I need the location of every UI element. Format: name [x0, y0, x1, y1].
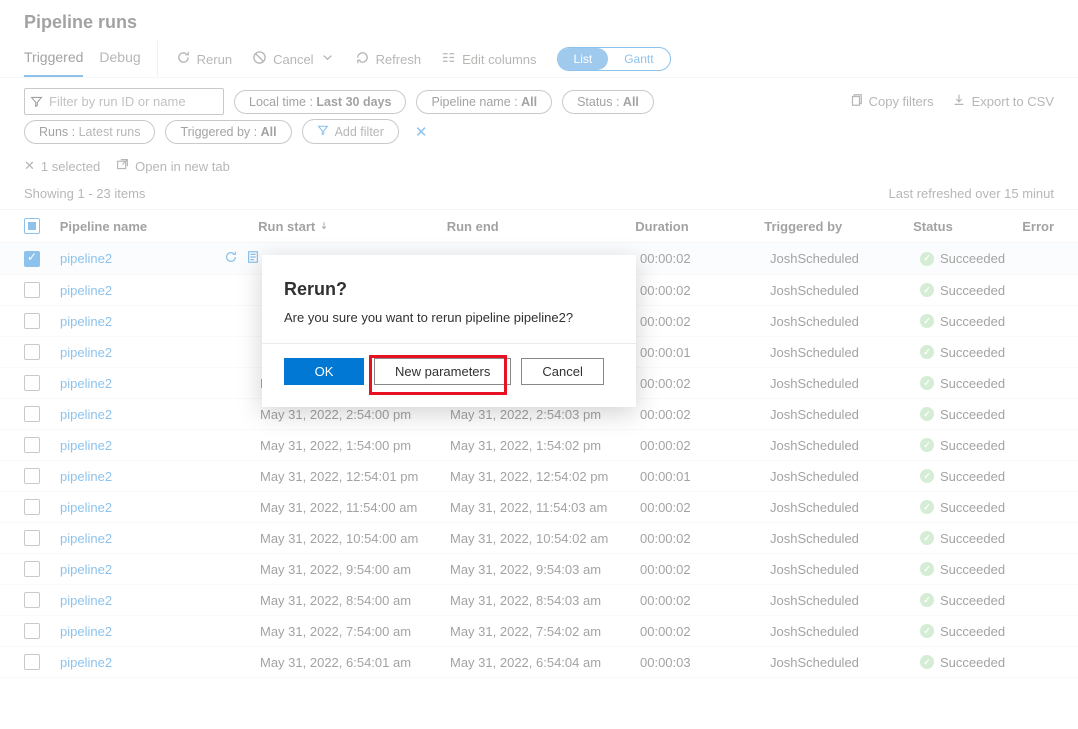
cancel-button-dialog[interactable]: Cancel: [521, 358, 603, 385]
dialog-message: Are you sure you want to rerun pipeline …: [284, 310, 614, 325]
ok-button[interactable]: OK: [284, 358, 364, 385]
dialog-title: Rerun?: [284, 279, 614, 300]
rerun-dialog: Rerun? Are you sure you want to rerun pi…: [262, 255, 636, 407]
new-parameters-button[interactable]: New parameters: [374, 358, 511, 385]
